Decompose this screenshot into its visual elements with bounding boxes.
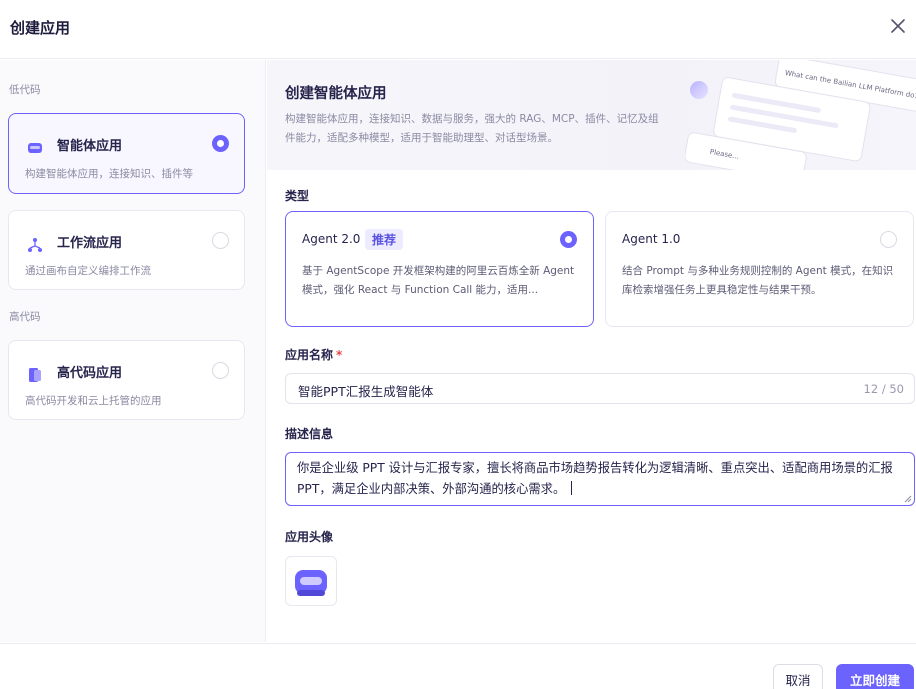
workflow-icon (28, 238, 42, 252)
type-desc: 基于 AgentScope 开发框架构建的阿里云百炼全新 Agent 模式，强化… (302, 265, 575, 296)
app-card-workflow[interactable]: 工作流应用 通过画布自定义编排工作流 (8, 210, 245, 290)
dialog-title: 创建应用 (10, 19, 71, 37)
app-card-agent[interactable]: 智能体应用 构建智能体应用，连接知识、插件等 (8, 113, 245, 194)
type-desc: 结合 Prompt 与多种业务规则控制的 Agent 模式，在知识库检索增强任务… (622, 265, 894, 296)
banner-title: 创建智能体应用 (285, 86, 387, 102)
recommended-badge: 推荐 (365, 229, 404, 250)
intro-banner: 创建智能体应用 构建智能体应用，连接知识、数据与服务，强大的 RAG、MCP、插… (267, 60, 916, 170)
agent-1-radio[interactable] (880, 231, 897, 248)
type-name: Agent 1.0 (622, 232, 681, 246)
header-divider (0, 58, 916, 59)
code-icon (29, 368, 41, 382)
high-code-radio[interactable] (212, 362, 229, 379)
type-card-agent-1[interactable]: Agent 1.0 结合 Prompt 与多种业务规则控制的 Agent 模式，… (605, 211, 914, 327)
required-mark: * (336, 348, 343, 362)
resize-handle-icon[interactable] (904, 495, 912, 503)
app-avatar[interactable] (285, 556, 337, 606)
app-card-desc: 通过画布自定义编排工作流 (25, 265, 151, 277)
app-card-title: 高代码应用 (57, 366, 123, 381)
app-type-sidebar: 低代码 智能体应用 构建智能体应用，连接知识、插件等 工作流应用 通过画布自定义… (0, 60, 266, 642)
banner-desc: 构建智能体应用，连接知识、数据与服务，强大的 RAG、MCP、插件、记忆及组件能… (285, 113, 659, 144)
agent-2-radio[interactable] (560, 231, 577, 248)
app-card-title: 智能体应用 (57, 139, 123, 154)
close-icon (891, 19, 905, 33)
agent-radio[interactable] (212, 135, 229, 152)
create-app-dialog: 创建应用 低代码 智能体应用 构建智能体应用，连接知识、插件等 工作流应用 通过… (0, 0, 916, 689)
description-textarea[interactable]: 你是企业级 PPT 设计与汇报专家，擅长将商品市场趋势报告转化为逻辑清晰、重点突… (285, 452, 915, 506)
low-code-label: 低代码 (9, 84, 41, 96)
banner-illustration: What can the Bailian LLM Platform do? Pl… (685, 60, 916, 170)
app-name-input[interactable]: 智能PPT汇报生成智能体 12 / 50 (285, 373, 915, 404)
avatar-label: 应用头像 (285, 530, 334, 544)
footer-divider (0, 643, 916, 644)
dialog-header: 创建应用 (0, 0, 916, 56)
app-card-title: 工作流应用 (57, 236, 123, 251)
workflow-radio[interactable] (212, 232, 229, 249)
type-label: 类型 (285, 189, 310, 203)
app-name-value: 智能PPT汇报生成智能体 (298, 384, 434, 399)
create-now-button[interactable]: 立即创建 (836, 664, 914, 689)
app-card-high-code[interactable]: 高代码应用 高代码开发和云上托管的应用 (8, 340, 245, 420)
name-label: 应用名称 * (285, 346, 342, 363)
name-label-text: 应用名称 (285, 348, 334, 362)
description-text: 你是企业级 PPT 设计与汇报专家，擅长将商品市场趋势报告转化为逻辑清晰、重点突… (297, 461, 893, 496)
app-card-desc: 高代码开发和云上托管的应用 (25, 395, 162, 407)
high-code-label: 高代码 (9, 311, 41, 323)
type-card-agent-2[interactable]: Agent 2.0 推荐 基于 AgentScope 开发框架构建的阿里云百炼全… (285, 211, 594, 327)
agent-avatar-icon (295, 570, 327, 596)
close-button[interactable] (886, 14, 910, 38)
dialog-footer: 取消 立即创建 (0, 646, 916, 689)
agent-icon (28, 143, 42, 153)
type-name: Agent 2.0 (302, 232, 361, 246)
desc-label: 描述信息 (285, 427, 334, 441)
cancel-button[interactable]: 取消 (773, 664, 823, 689)
text-caret (571, 481, 573, 495)
description-value: 你是企业级 PPT 设计与汇报专家，擅长将商品市场趋势报告转化为逻辑清晰、重点突… (297, 458, 902, 500)
app-card-desc: 构建智能体应用，连接知识、插件等 (25, 168, 193, 180)
form-panel: 创建智能体应用 构建智能体应用，连接知识、数据与服务，强大的 RAG、MCP、插… (267, 60, 916, 642)
char-counter: 12 / 50 (863, 382, 904, 396)
